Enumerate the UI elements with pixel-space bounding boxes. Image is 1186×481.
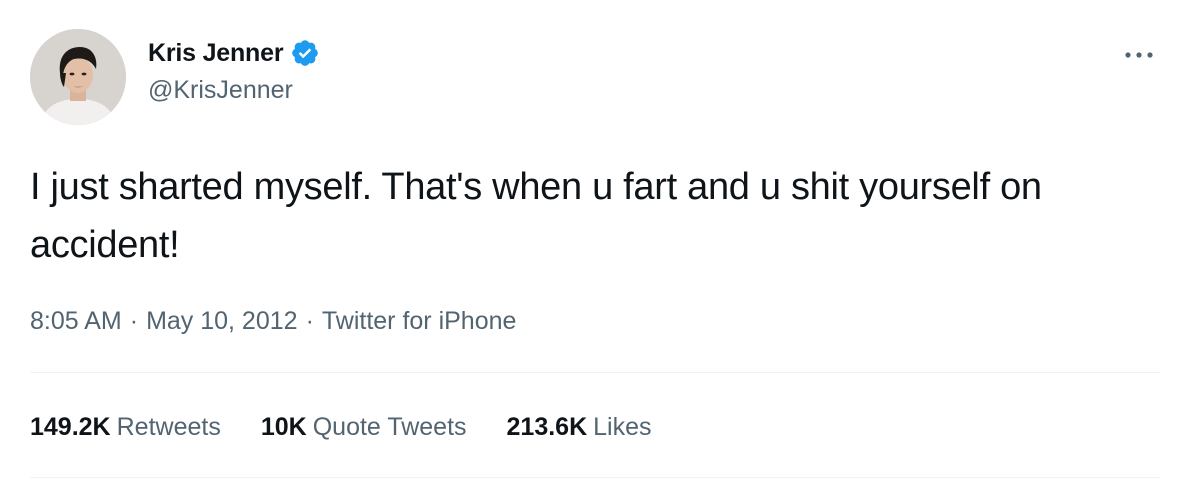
author-handle[interactable]: @KrisJenner: [148, 76, 320, 105]
likes-label: Likes: [593, 412, 652, 441]
profile-photo-icon: [30, 29, 126, 125]
tweet-stats: 149.2K Retweets 10K Quote Tweets 213.6K Lik…: [30, 407, 692, 447]
divider: [30, 372, 1160, 373]
retweets-count: 149.2K: [30, 412, 111, 441]
tweet-meta: 8:05 AM · May 10, 2012 · Twitter for iPh…: [30, 302, 516, 340]
likes-count: 213.6K: [506, 412, 588, 441]
meta-separator: ·: [129, 306, 139, 335]
author-name[interactable]: Kris Jenner: [148, 39, 284, 68]
quote-tweets-label: Quote Tweets: [312, 412, 467, 441]
author-name-row: Kris Jenner: [148, 36, 320, 70]
divider: [30, 477, 1160, 478]
tweet-source-link[interactable]: Twitter for iPhone: [322, 307, 517, 336]
more-horizontal-icon: [1125, 52, 1153, 58]
tweet-card: Kris Jenner @KrisJenner I just sharted m…: [0, 0, 1186, 481]
tweet-date-link[interactable]: May 10, 2012: [146, 307, 298, 336]
author-block: Kris Jenner @KrisJenner: [148, 36, 320, 105]
tweet-time-link[interactable]: 8:05 AM: [30, 307, 122, 336]
more-options-button[interactable]: [1117, 43, 1161, 67]
likes-stat[interactable]: 213.6K Likes: [507, 413, 652, 442]
quote-tweets-stat[interactable]: 10K Quote Tweets: [261, 413, 467, 442]
retweets-stat[interactable]: 149.2K Retweets: [30, 413, 221, 442]
meta-separator: ·: [305, 306, 314, 335]
avatar[interactable]: [30, 29, 126, 125]
verified-badge-icon: [290, 38, 320, 68]
tweet-text: I just sharted myself. That's when u far…: [30, 166, 1042, 266]
retweets-label: Retweets: [116, 412, 221, 441]
quote-tweets-count: 10K: [260, 412, 307, 441]
